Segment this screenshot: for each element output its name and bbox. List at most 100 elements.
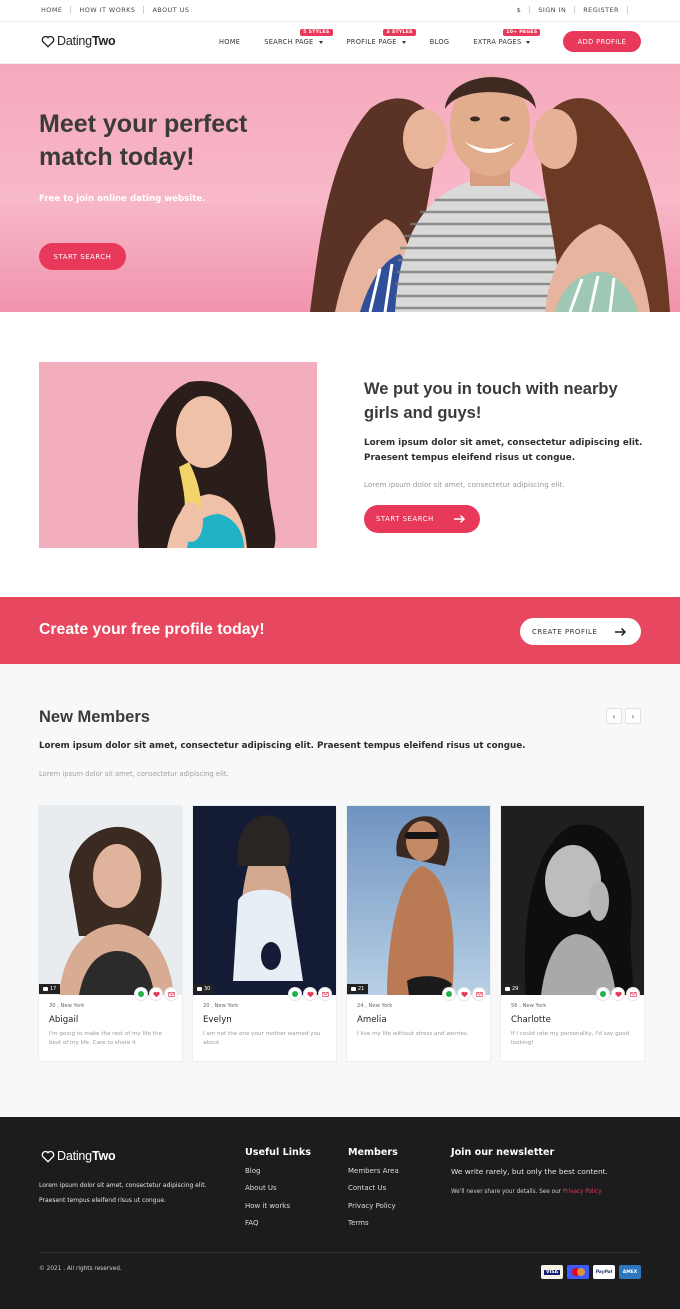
footer-link-contact-us[interactable]: Contact Us [348,1184,399,1201]
nav-item-home[interactable]: HOME [219,38,240,46]
divider [143,6,145,14]
footer-logo[interactable]: DatingTwo [41,1149,116,1163]
photo-count-badge: 30 [193,984,215,994]
carousel-next-button[interactable]: › [625,708,641,724]
new-members-section: New Members ‹ › Lorem ipsum dolor sit am… [0,664,680,1117]
member-card[interactable]: 30 20 , New York Evelyn I am not the one… [193,806,336,1061]
caret-down-icon [401,40,406,44]
heart-icon [41,35,55,48]
currency-selector[interactable]: $ [517,6,522,14]
visa-icon: VISA [541,1265,563,1279]
message-icon[interactable] [165,988,177,1000]
camera-icon [43,987,48,991]
nav-item-blog[interactable]: BLOG [430,38,449,46]
message-icon[interactable] [627,988,639,1000]
member-name[interactable]: Abigail [49,1015,78,1025]
useful-links-title: Useful Links [245,1147,311,1158]
photo-count: 17 [50,986,57,992]
member-description: I am not the one your mother warned you … [203,1031,321,1046]
create-profile-band: Create your free profile today! CREATE P… [0,597,680,664]
nav-badge: 3 STYLES [383,29,416,36]
woman-banana-photo [39,362,317,548]
top-link-home[interactable]: HOME [41,6,62,14]
member-photo [501,806,644,995]
nav-label: SEARCH PAGE [264,38,314,46]
divider [627,6,628,14]
copyright: © 2021 . All rights reserved. [39,1266,122,1272]
start-search-button-2[interactable]: START SEARCH [364,505,480,533]
members-light-text: Lorem ipsum dolor sit amet, consectetur … [39,770,229,778]
logo-text-light: Dating [57,1149,92,1163]
like-heart-icon[interactable] [150,988,162,1000]
footer-divider [39,1252,641,1253]
member-card[interactable]: 21 24 , New York Amelia I live my life w… [347,806,490,1061]
like-heart-icon[interactable] [612,988,624,1000]
nav-label: BLOG [429,38,450,46]
nearby-light-text: Lorem ipsum dolor sit amet, consectetur … [364,480,565,489]
logo-text-bold: Two [91,34,116,48]
members-bold-text: Lorem ipsum dolor sit amet, consectetur … [39,741,526,751]
member-meta: 24 , New York [357,1003,393,1009]
member-description: I live my life without stress and worrie… [357,1031,469,1037]
like-heart-icon[interactable] [458,988,470,1000]
arrow-right-icon [454,514,466,524]
member-meta: 56 , New York [511,1003,547,1009]
member-description: If I could rate my personality, I'd say … [511,1031,630,1046]
top-link-about-us[interactable]: ABOUT US [152,6,189,14]
mastercard-icon [567,1265,589,1279]
member-photo [39,806,182,995]
photo-count-badge: 29 [501,984,523,994]
divider [529,6,531,14]
message-icon[interactable] [319,988,331,1000]
heart-icon [41,1150,55,1163]
footer-link-terms[interactable]: Terms [348,1219,399,1236]
footer-link-members-area[interactable]: Members Area [348,1167,399,1184]
newsletter-title: Join our newsletter [451,1147,555,1158]
nearby-title: We put you in touch with nearby girls an… [364,380,618,422]
nav-item-profile-page[interactable]: PROFILE PAGE 3 STYLES [347,29,416,46]
nearby-section: We put you in touch with nearby girls an… [0,312,680,597]
sign-in-link[interactable]: SIGN IN [538,6,566,14]
register-link[interactable]: REGISTER [583,6,619,14]
logo-text-light: Dating [57,34,92,48]
nav-item-extra-pages[interactable]: EXTRA PAGES 10+ PAGES [473,29,541,46]
start-search-button[interactable]: START SEARCH [39,243,126,270]
carousel-prev-button[interactable]: ‹ [606,708,622,724]
camera-icon [197,987,202,991]
add-profile-button[interactable]: ADD PROFILE [563,31,641,52]
member-card[interactable]: 17 30 , New York Abigail I'm going to ma… [39,806,182,1061]
useful-links-column: Useful Links Blog About Us How it works … [245,1147,311,1237]
divider [574,6,576,14]
top-bar: HOME HOW IT WORKS ABOUT US $ SIGN IN REG… [0,0,680,22]
footer-link-faq[interactable]: FAQ [245,1219,311,1236]
hero-couple-photo [310,76,670,312]
logo-text-bold: Two [91,1149,116,1163]
amex-icon: AMEX [619,1265,641,1279]
footer-link-how-it-works[interactable]: How it works [245,1202,311,1219]
divider [70,6,72,14]
member-name[interactable]: Amelia [357,1015,387,1025]
nav-badge: 5 STYLES [300,29,333,36]
online-status-icon [597,988,609,1000]
like-heart-icon[interactable] [304,988,316,1000]
member-name[interactable]: Charlotte [511,1015,551,1025]
footer-link-privacy-policy[interactable]: Privacy Policy [348,1202,399,1219]
logo[interactable]: DatingTwo [41,34,116,48]
button-label: START SEARCH [376,515,434,523]
hero-title: Meet your perfect match today! [39,110,248,171]
nav-item-search-page[interactable]: SEARCH PAGE 5 STYLES [264,29,333,46]
member-card[interactable]: 29 56 , New York Charlotte If I could ra… [501,806,644,1061]
create-profile-button[interactable]: CREATE PROFILE [520,618,641,645]
member-name[interactable]: Evelyn [203,1015,232,1025]
footer-link-about-us[interactable]: About Us [245,1184,311,1201]
top-link-how-it-works[interactable]: HOW IT WORKS [79,6,135,14]
message-icon[interactable] [473,988,485,1000]
newsletter-note-text: We'll never share your details. See our [451,1189,562,1195]
online-status-icon [443,988,455,1000]
photo-count-badge: 17 [39,984,61,994]
footer-link-blog[interactable]: Blog [245,1167,311,1184]
online-status-icon [135,988,147,1000]
nav-label: HOME [219,38,241,46]
payment-methods: VISA PayPal AMEX [537,1265,641,1279]
privacy-policy-link[interactable]: Privacy Policy [563,1189,602,1195]
